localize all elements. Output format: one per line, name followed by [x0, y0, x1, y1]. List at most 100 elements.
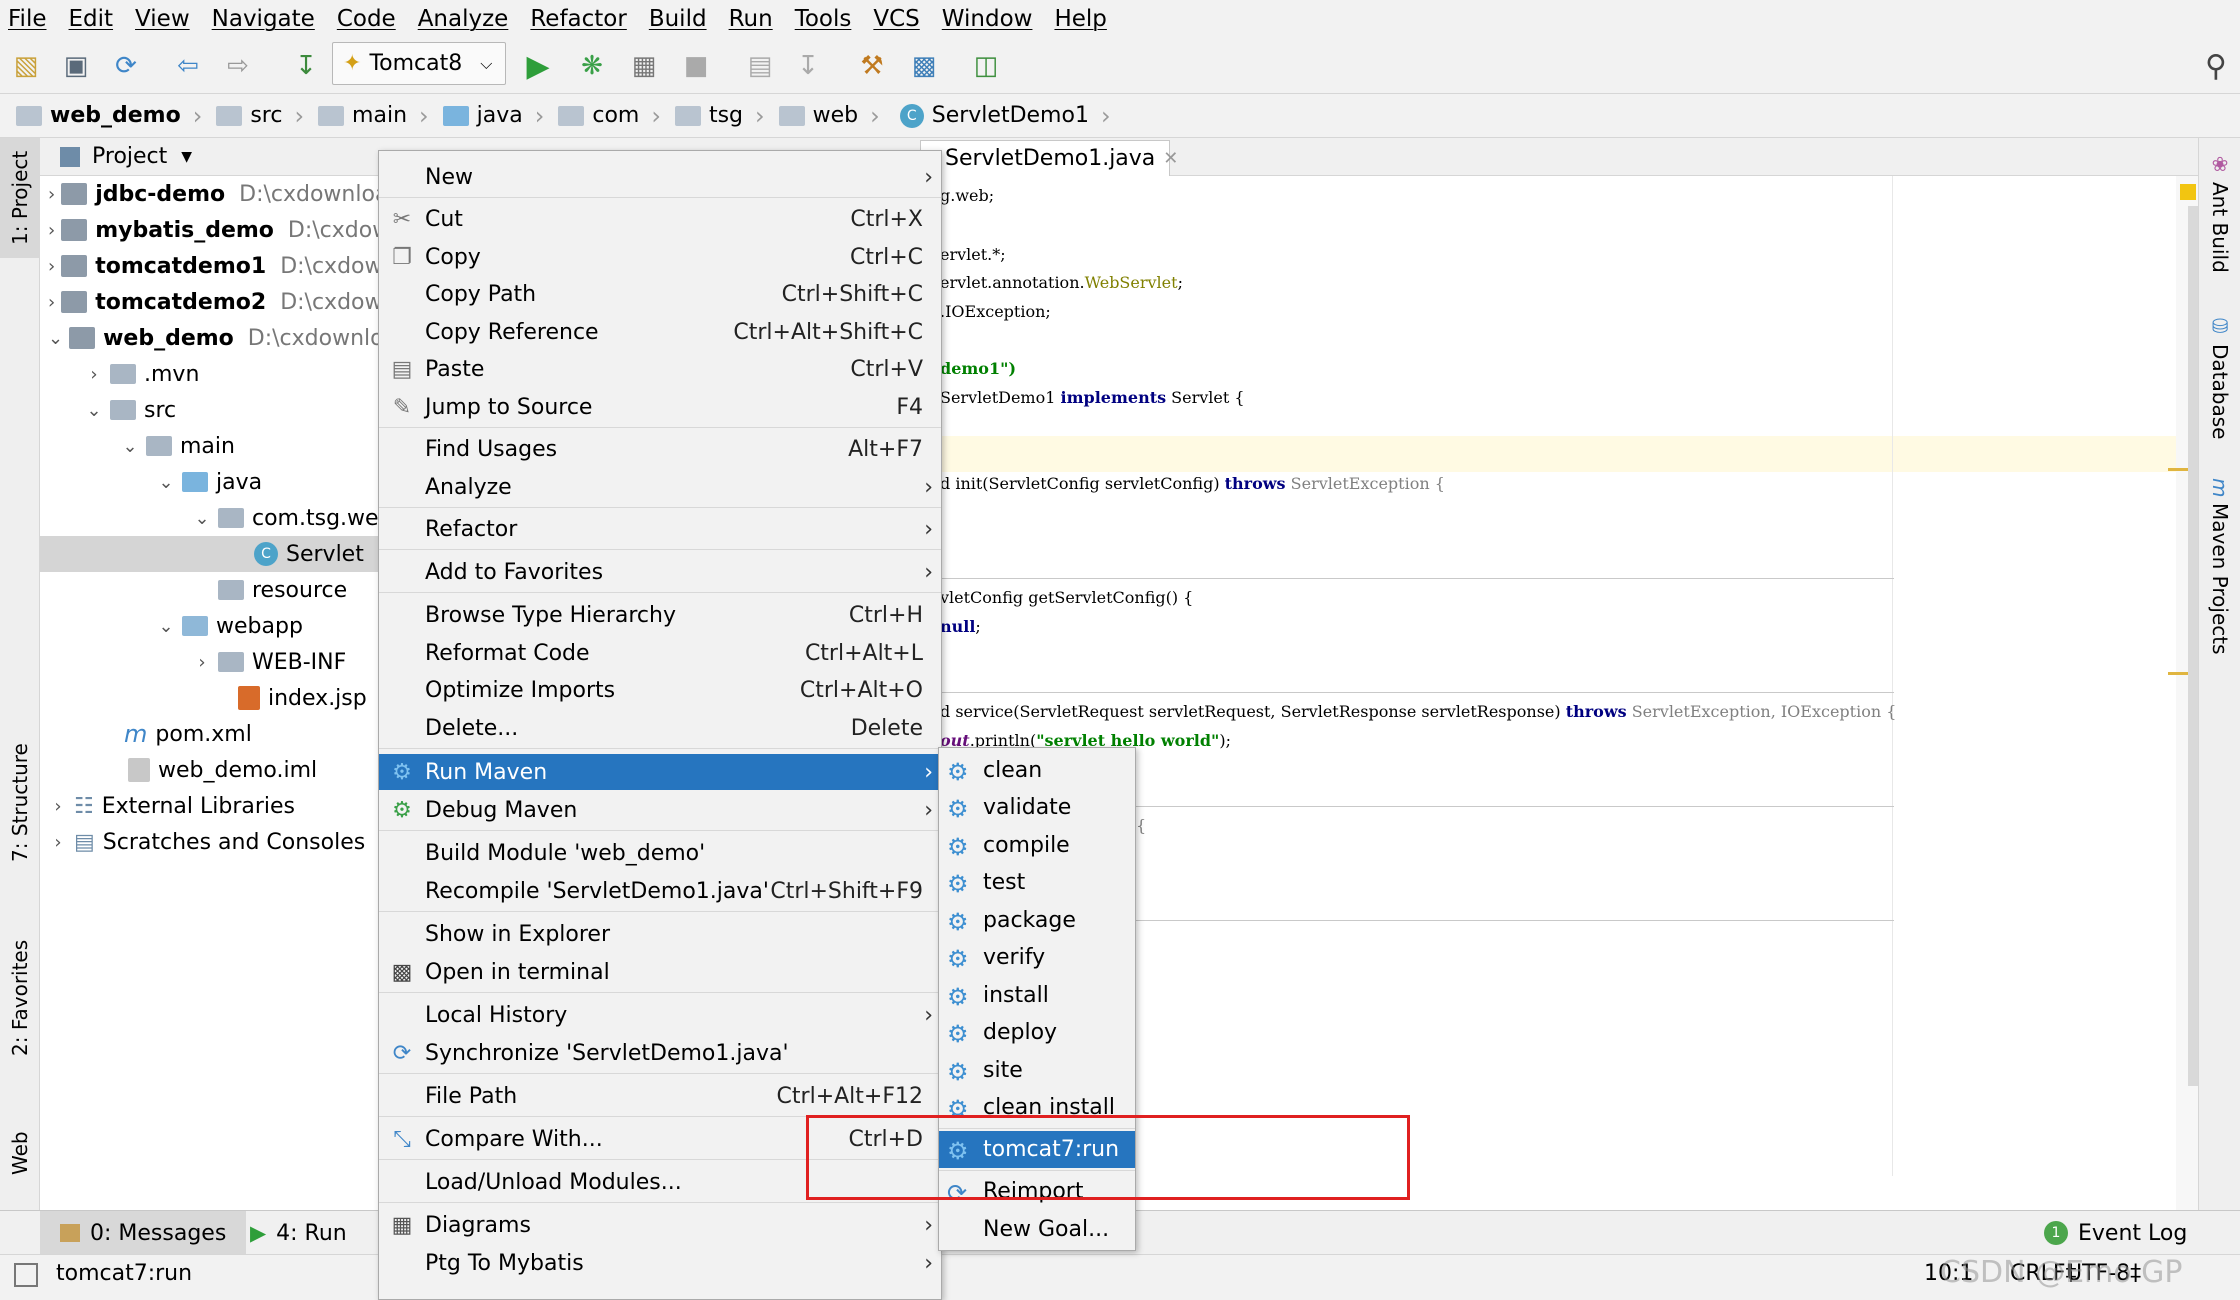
maven-goal-site[interactable]: ⚙ site	[939, 1052, 1135, 1089]
run-icon[interactable]: ▶	[522, 49, 554, 84]
menu-item-delete[interactable]: Delete... Delete	[379, 710, 941, 746]
tree-item[interactable]: › ☷ External Libraries	[40, 788, 380, 824]
menu-item-copy-path[interactable]: Copy Path Ctrl+Shift+C	[379, 276, 941, 312]
tab-project[interactable]: 1: Project	[0, 138, 40, 258]
breadcrumb-item[interactable]: web ›	[778, 102, 880, 130]
menu-item-reformat-code[interactable]: Reformat Code Ctrl+Alt+L	[379, 635, 941, 671]
sdk-manager-icon[interactable]: ◫	[970, 50, 1002, 82]
menu-analyze[interactable]: Analyze	[418, 6, 509, 32]
maven-goal-deploy[interactable]: ⚙ deploy	[939, 1014, 1135, 1051]
tool-window-toggle-icon[interactable]	[14, 1263, 38, 1287]
tree-item[interactable]: resource	[40, 572, 380, 608]
menu-item-new[interactable]: New ›	[379, 159, 941, 195]
menu-view[interactable]: View	[135, 6, 190, 32]
tab-ant-build[interactable]: ❀ Ant Build	[2199, 152, 2240, 302]
tree-item[interactable]: ⌄ main	[40, 428, 380, 464]
open-folder-icon[interactable]: ▧	[10, 50, 42, 82]
menu-item-cut[interactable]: ✂ Cut Ctrl+X	[379, 201, 941, 237]
menu-vcs[interactable]: VCS	[873, 6, 919, 32]
tree-item[interactable]: index.jsp	[40, 680, 380, 716]
menu-item-show-in-explorer[interactable]: Show in Explorer	[379, 916, 941, 952]
editor-tab-active[interactable]: ServletDemo1.java ✕	[920, 140, 1178, 176]
menu-item-file-path[interactable]: File Path Ctrl+Alt+F12	[379, 1078, 941, 1114]
breadcrumb-item[interactable]: java ›	[442, 102, 544, 130]
tree-item[interactable]: › tomcatdemo1 D:\cxdowi	[40, 248, 380, 284]
build-icon[interactable]: ↧	[290, 50, 322, 82]
breadcrumb-item[interactable]: web_demo ›	[16, 102, 202, 130]
menu-item-analyze[interactable]: Analyze ›	[379, 469, 941, 505]
breadcrumb-item[interactable]: src ›	[216, 102, 304, 130]
menu-code[interactable]: Code	[337, 6, 396, 32]
tree-item[interactable]: ⌄ webapp	[40, 608, 380, 644]
tree-item[interactable]: ⌄web_demo D:\cxdownloa	[40, 320, 380, 356]
menu-item-jump-to-source[interactable]: ✎ Jump to Source F4	[379, 389, 941, 425]
tab-structure[interactable]: 7: Structure	[0, 738, 40, 868]
maven-goal-verify[interactable]: ⚙ verify	[939, 939, 1135, 976]
debug-icon[interactable]: ❋	[576, 50, 608, 82]
tree-item[interactable]: web_demo.iml	[40, 752, 380, 788]
tree-item[interactable]: ›mybatis_demo D:\cxdow	[40, 212, 380, 248]
menu-item-copy[interactable]: ❐ Copy Ctrl+C	[379, 239, 941, 275]
menu-item-debug-maven[interactable]: ⚙ Debug Maven ›	[379, 792, 941, 828]
menu-item-diagrams[interactable]: ▦ Diagrams ›	[379, 1207, 941, 1243]
tree-item[interactable]: ⌄ src	[40, 392, 380, 428]
vcs-update-icon[interactable]: ▤	[744, 50, 776, 82]
breadcrumb-item[interactable]: tsg ›	[674, 102, 765, 130]
maven-goal-package[interactable]: ⚙ package	[939, 902, 1135, 939]
tree-item[interactable]: › .mvn	[40, 356, 380, 392]
menu-tools[interactable]: Tools	[795, 6, 852, 32]
menu-build[interactable]: Build	[649, 6, 707, 32]
tab-event-log[interactable]: 1 Event Log	[2044, 1211, 2187, 1255]
menu-navigate[interactable]: Navigate	[212, 6, 315, 32]
menu-item-refactor[interactable]: Refactor ›	[379, 511, 941, 547]
tree-item[interactable]: › ▤ Scratches and Consoles	[40, 824, 380, 860]
tree-item-selected[interactable]: C Servlet	[40, 536, 380, 572]
tree-item[interactable]: ⌄ java	[40, 464, 380, 500]
maven-goal-compile[interactable]: ⚙ compile	[939, 827, 1135, 864]
menu-run[interactable]: Run	[729, 6, 773, 32]
tree-item[interactable]: m pom.xml	[40, 716, 380, 752]
tab-web[interactable]: Web	[0, 1108, 40, 1198]
vcs-commit-icon[interactable]: ↧	[792, 50, 824, 82]
maven-goal-test[interactable]: ⚙ test	[939, 864, 1135, 901]
tree-item[interactable]: ⌄ com.tsg.we	[40, 500, 380, 536]
menu-item-optimize-imports[interactable]: Optimize Imports Ctrl+Alt+O	[379, 672, 941, 708]
tab-maven-projects[interactable]: m Maven Projects	[2199, 478, 2240, 678]
forward-arrow-icon[interactable]: ⇨	[222, 50, 254, 82]
menu-item-open-in-terminal[interactable]: ▩ Open in terminal	[379, 954, 941, 990]
menu-item-recompile[interactable]: Recompile 'ServletDemo1.java' Ctrl+Shift+…	[379, 873, 941, 909]
project-structure-icon[interactable]: ▩	[908, 50, 940, 82]
breadcrumb-item[interactable]: main ›	[318, 102, 429, 130]
close-icon[interactable]: ✕	[1163, 148, 1178, 169]
tab-run[interactable]: ▶ 4: Run	[250, 1211, 347, 1255]
project-panel-header[interactable]: Project ▼	[40, 138, 380, 176]
menu-edit[interactable]: Edit	[69, 6, 114, 32]
tab-messages[interactable]: 0: Messages	[40, 1211, 247, 1255]
maven-goal-clean[interactable]: ⚙ clean	[939, 752, 1135, 789]
menu-item-ptg-to-mybatis[interactable]: Ptg To Mybatis ›	[379, 1245, 941, 1281]
tree-item[interactable]: › tomcatdemo2 D:\cxdowi	[40, 284, 380, 320]
save-icon[interactable]: ▣	[60, 50, 92, 82]
menu-item-build-module[interactable]: Build Module 'web_demo'	[379, 835, 941, 871]
menu-file[interactable]: File	[8, 6, 47, 32]
search-icon[interactable]: ⚲	[2200, 49, 2232, 84]
menu-item-find-usages[interactable]: Find Usages Alt+F7	[379, 431, 941, 467]
breadcrumb-item[interactable]: C ServletDemo1 ›	[894, 102, 1111, 130]
stop-icon[interactable]: ■	[680, 50, 712, 82]
maven-goal-install[interactable]: ⚙ install	[939, 977, 1135, 1014]
editor-scrollbar[interactable]	[2188, 206, 2198, 1086]
menu-help[interactable]: Help	[1054, 6, 1106, 32]
menu-item-copy-reference[interactable]: Copy Reference Ctrl+Alt+Shift+C	[379, 314, 941, 350]
menu-item-run-maven[interactable]: ⚙ Run Maven ›	[379, 754, 941, 790]
maven-new-goal[interactable]: New Goal...	[939, 1211, 1135, 1248]
run-config-selector[interactable]: ✦ Tomcat8 ⌵	[332, 42, 506, 85]
menu-item-local-history[interactable]: Local History ›	[379, 997, 941, 1033]
menu-refactor[interactable]: Refactor	[530, 6, 626, 32]
tree-item[interactable]: › WEB-INF	[40, 644, 380, 680]
maven-goal-validate[interactable]: ⚙ validate	[939, 789, 1135, 826]
tab-database[interactable]: ⛁ Database	[2199, 314, 2240, 464]
menu-window[interactable]: Window	[942, 6, 1033, 32]
tab-favorites[interactable]: 2: Favorites	[0, 928, 40, 1068]
back-arrow-icon[interactable]: ⇦	[172, 50, 204, 82]
sync-icon[interactable]: ⟳	[110, 50, 142, 82]
